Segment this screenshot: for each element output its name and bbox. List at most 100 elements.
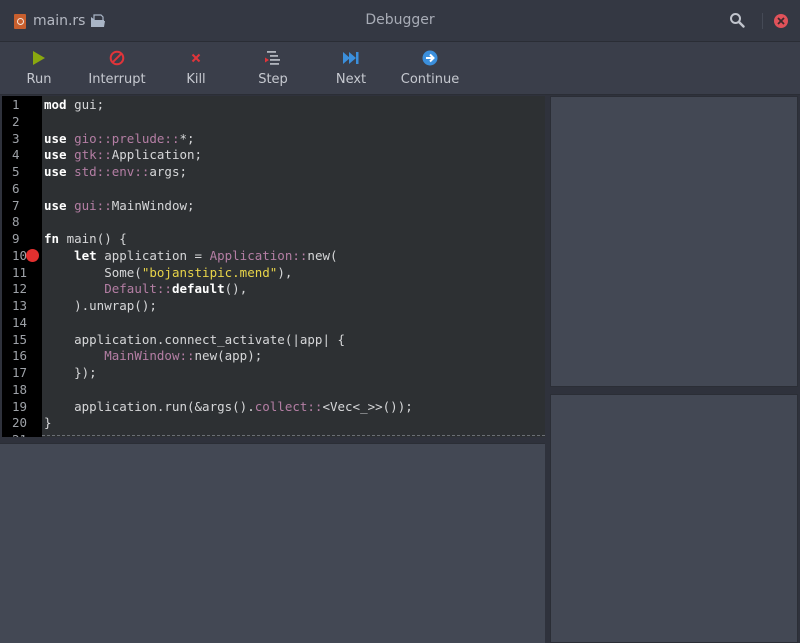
line-number[interactable]: 3 bbox=[12, 130, 32, 147]
line-number[interactable]: 12 bbox=[12, 280, 32, 297]
line-number[interactable]: 7 bbox=[12, 197, 32, 214]
x-icon bbox=[191, 50, 201, 66]
line-number[interactable]: 5 bbox=[12, 163, 32, 180]
source-editor[interactable]: 1 mod gui;2 3 use gio::prelude::*; 4 use gtk:… bbox=[2, 96, 545, 437]
code-line: 5 use std::env::args; bbox=[2, 163, 545, 180]
code-token: Some( bbox=[44, 264, 142, 280]
code-token: use bbox=[44, 147, 67, 163]
code-token: gui; bbox=[66, 97, 105, 112]
code-line: 9 fn main() { bbox=[2, 230, 545, 247]
code-token: "bojanstipic.mend" bbox=[141, 264, 278, 280]
play-icon bbox=[32, 50, 46, 66]
code-token: application = bbox=[96, 247, 210, 263]
code-line: 19 application.run(&args().collect::<Vec… bbox=[2, 398, 545, 415]
line-number[interactable]: 14 bbox=[12, 314, 32, 331]
code-text: MainWindow::new(app); bbox=[44, 347, 262, 364]
line-number[interactable]: 9 bbox=[12, 230, 32, 247]
code-line: 14 bbox=[2, 314, 545, 331]
open-folder-icon[interactable] bbox=[90, 13, 106, 32]
code-line: 1 mod gui; bbox=[2, 96, 545, 113]
code-line: 3 use gio::prelude::*; bbox=[2, 130, 545, 147]
line-number[interactable]: 18 bbox=[12, 381, 32, 398]
code-token: main() { bbox=[59, 231, 127, 246]
code-text: use gtk::Application; bbox=[44, 146, 202, 163]
no-entry-icon bbox=[109, 50, 125, 66]
line-number[interactable]: 6 bbox=[12, 180, 32, 197]
code-text: application.run(&args().collect::<Vec<_>… bbox=[44, 398, 413, 415]
line-number[interactable]: 17 bbox=[12, 364, 32, 381]
file-tab[interactable]: main.rs bbox=[14, 10, 85, 32]
variables-panel bbox=[550, 96, 798, 387]
continue-button[interactable]: Continue bbox=[395, 42, 465, 94]
code-token: application.connect_activate(|app| { bbox=[44, 331, 346, 347]
code-text: use std::env::args; bbox=[44, 163, 187, 180]
code-line: 15 application.connect_activate(|app| { bbox=[2, 331, 545, 348]
code-line: 6 bbox=[2, 180, 545, 197]
code-token: use bbox=[44, 164, 67, 179]
code-line: 17 }); bbox=[2, 364, 545, 381]
step-icon bbox=[265, 50, 281, 66]
code-token: collect:: bbox=[254, 398, 323, 414]
stack-panel bbox=[550, 394, 798, 643]
interrupt-button[interactable]: Interrupt bbox=[82, 42, 152, 94]
line-number[interactable]: 15 bbox=[12, 331, 32, 348]
line-number[interactable]: 20 bbox=[12, 414, 32, 431]
debug-toolbar: Run Interrupt Kill Step Next Continue bbox=[0, 42, 800, 95]
header-bar: main.rs Debugger bbox=[0, 0, 800, 42]
header-separator bbox=[762, 13, 763, 29]
code-token: (), bbox=[224, 281, 248, 297]
line-number[interactable]: 21 bbox=[12, 431, 32, 437]
code-line: 21 bbox=[2, 431, 545, 437]
arrow-right-circle-icon bbox=[422, 50, 438, 66]
code-token: use bbox=[44, 197, 67, 213]
code-token: MainWindow:: bbox=[104, 348, 195, 364]
continue-label: Continue bbox=[400, 72, 460, 87]
line-number[interactable]: 4 bbox=[12, 146, 32, 163]
code-line: 11 Some("bojanstipic.mend"), bbox=[2, 264, 545, 281]
code-token: Application:: bbox=[209, 247, 308, 263]
kill-button[interactable]: Kill bbox=[161, 42, 231, 94]
line-number[interactable]: 13 bbox=[12, 297, 32, 314]
code-token: Default:: bbox=[104, 281, 172, 297]
file-name: main.rs bbox=[33, 13, 86, 29]
code-token: Application; bbox=[111, 147, 203, 163]
line-number[interactable]: 11 bbox=[12, 264, 32, 281]
code-token: std::env:: bbox=[74, 164, 150, 179]
code-line: 10 let application = Application::new( bbox=[2, 247, 545, 264]
line-number[interactable]: 16 bbox=[12, 347, 32, 364]
search-icon[interactable] bbox=[729, 12, 745, 32]
line-number[interactable]: 8 bbox=[12, 213, 32, 230]
code-line: 20} bbox=[2, 414, 545, 431]
code-text: Some("bojanstipic.mend"), bbox=[44, 264, 292, 281]
next-button[interactable]: Next bbox=[316, 42, 386, 94]
next-label: Next bbox=[335, 72, 367, 87]
breakpoint-icon[interactable] bbox=[26, 248, 39, 262]
code-token: mod bbox=[44, 97, 67, 112]
code-text: } bbox=[44, 414, 52, 431]
code-line: 18 bbox=[2, 381, 545, 398]
rust-file-icon bbox=[14, 13, 26, 29]
end-of-file-marker bbox=[42, 435, 545, 436]
run-button[interactable]: Run bbox=[4, 42, 74, 94]
line-number[interactable]: 2 bbox=[12, 113, 32, 130]
code-token: ), bbox=[277, 264, 293, 280]
code-text: let application = Application::new( bbox=[44, 247, 337, 264]
line-number[interactable]: 19 bbox=[12, 398, 32, 415]
run-label: Run bbox=[26, 72, 52, 87]
code-text: application.connect_activate(|app| { bbox=[44, 331, 345, 348]
code-token: let bbox=[74, 247, 97, 263]
code-token: ).unwrap(); bbox=[44, 298, 157, 313]
close-icon[interactable] bbox=[774, 14, 788, 28]
code-line: 8 bbox=[2, 213, 545, 230]
step-button[interactable]: Step bbox=[238, 42, 308, 94]
code-text: Default::default(), bbox=[44, 280, 247, 297]
line-number[interactable]: 1 bbox=[12, 96, 32, 113]
code-line: 13 ).unwrap(); bbox=[2, 297, 545, 314]
